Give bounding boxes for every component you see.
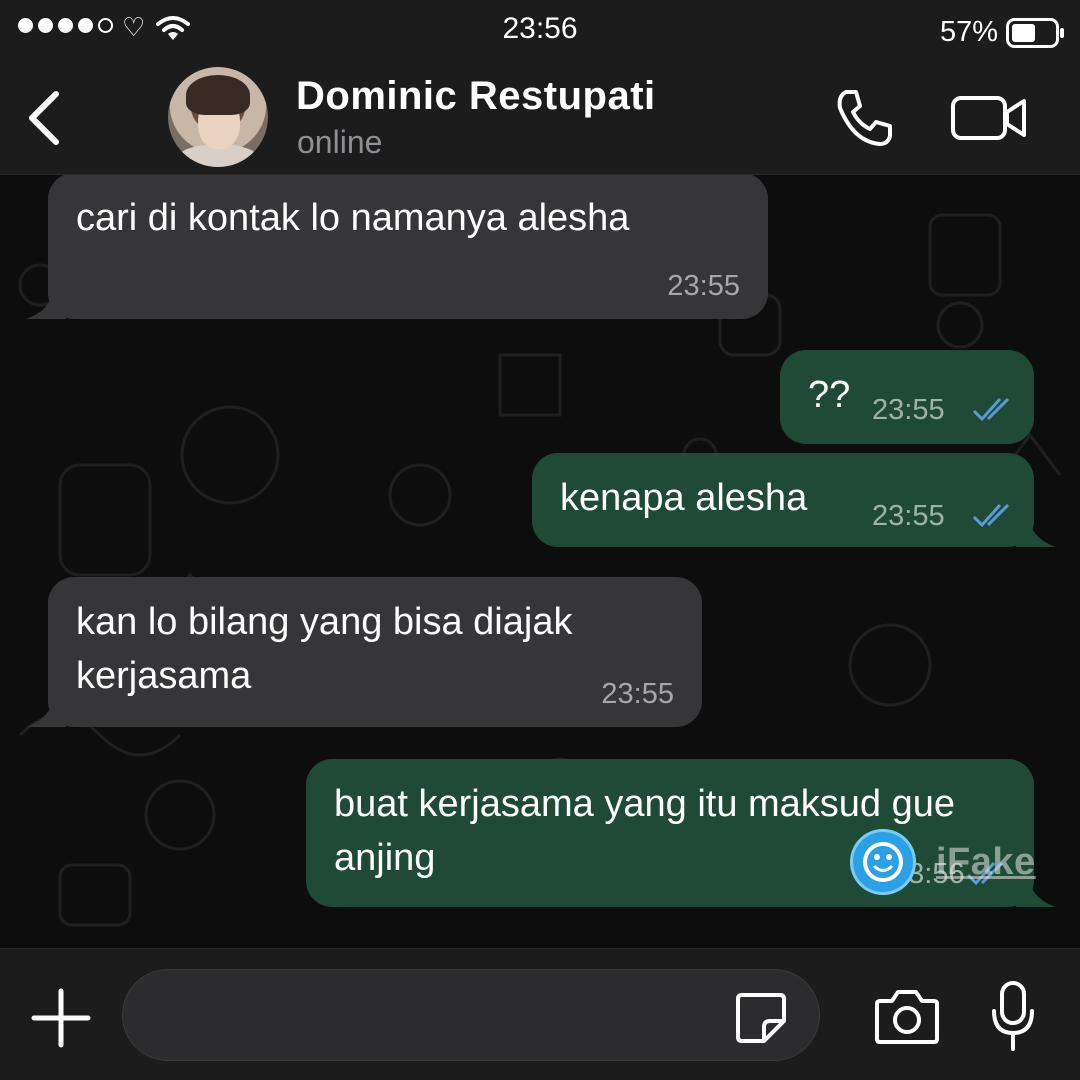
phone-icon[interactable] xyxy=(832,86,896,150)
message-time: 23:55 xyxy=(872,394,945,426)
camera-icon[interactable] xyxy=(874,987,940,1045)
message-bubble-outgoing[interactable]: kenapa alesha 23:55 xyxy=(532,453,1056,547)
message-input[interactable] xyxy=(122,969,820,1061)
plus-icon[interactable] xyxy=(30,987,92,1049)
contact-avatar[interactable] xyxy=(168,67,268,167)
message-input-bar xyxy=(0,948,1080,1080)
message-list[interactable]: cari di kontak lo namanya alesha 23:55 ?… xyxy=(0,175,1080,948)
message-time: 23:55 xyxy=(667,270,740,302)
message-bubble-incoming[interactable]: kan lo bilang yang bisa diajak kerjasama… xyxy=(26,577,702,727)
watermark-text: iFake xyxy=(936,841,1036,883)
status-bar: ♡ 23:56 57% xyxy=(0,0,1080,62)
message-text: cari di kontak lo namanya alesha xyxy=(76,197,630,239)
microphone-icon[interactable] xyxy=(988,979,1038,1053)
video-camera-icon[interactable] xyxy=(950,92,1028,144)
sticker-icon[interactable] xyxy=(734,991,788,1045)
message-bubble-outgoing[interactable]: ?? 23:55 xyxy=(780,350,1034,444)
message-time: 23:55 xyxy=(601,678,674,710)
message-time: 23:55 xyxy=(872,500,945,532)
battery-icon xyxy=(1006,18,1064,48)
chat-header: Dominic Restupati online xyxy=(0,62,1080,175)
status-time: 23:56 xyxy=(502,12,578,45)
read-receipt-icon xyxy=(972,397,1010,422)
contact-name[interactable]: Dominic Restupati xyxy=(296,74,656,119)
back-chevron-icon[interactable] xyxy=(22,88,72,148)
message-bubble-outgoing[interactable]: buat kerjasama yang itu maksud gue anjin… xyxy=(306,759,1056,907)
contact-status: online xyxy=(297,124,383,160)
chat-screen: ♡ 23:56 57% Dominic Restupati online car… xyxy=(0,0,1080,1080)
message-bubble-incoming[interactable]: cari di kontak lo namanya alesha 23:55 xyxy=(26,175,768,319)
battery-percentage: 57% xyxy=(939,16,998,48)
ifake-logo-icon xyxy=(850,829,916,895)
read-receipt-icon xyxy=(972,503,1010,528)
